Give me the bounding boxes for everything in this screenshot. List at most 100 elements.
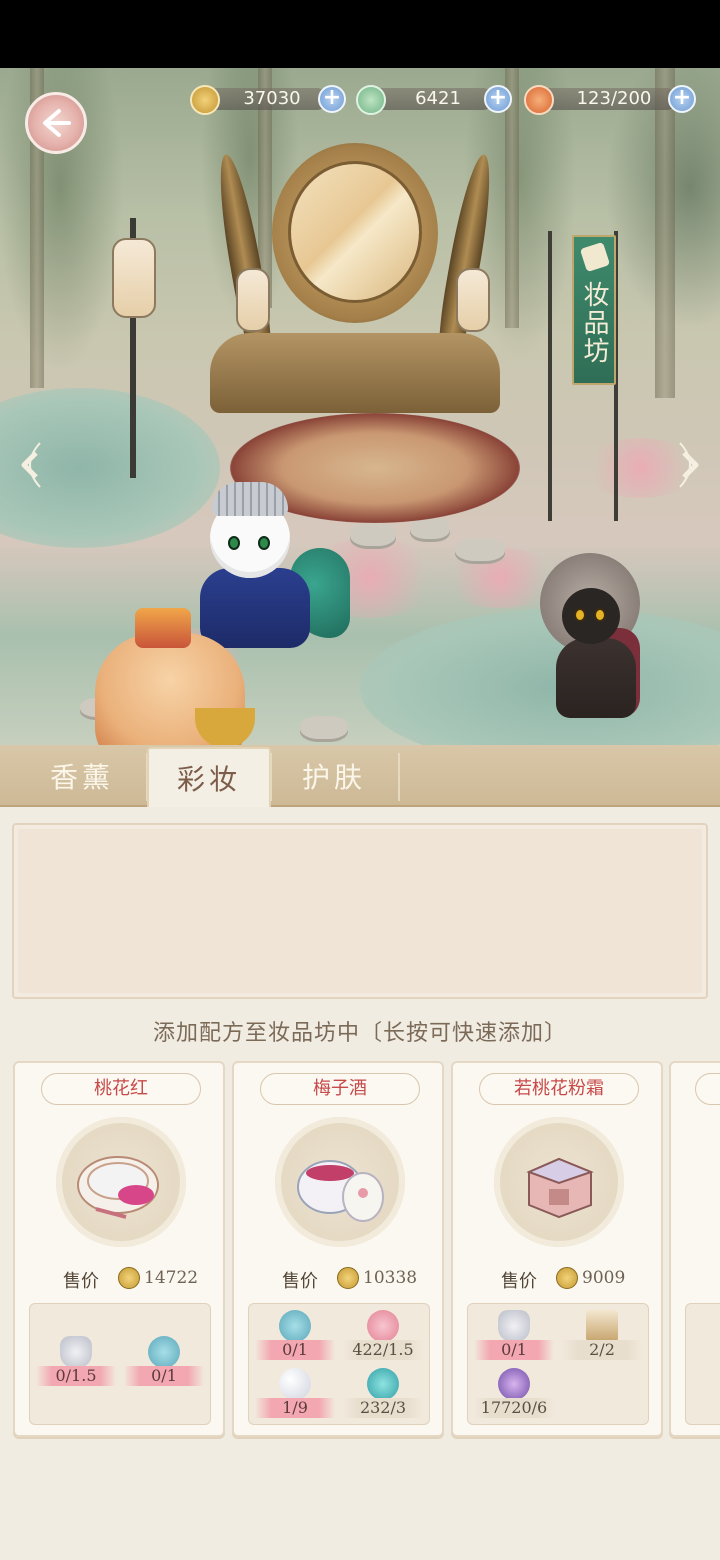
material-item[interactable]: 17720/6 <box>474 1368 554 1420</box>
price-label: 售价 <box>282 1271 318 1292</box>
resource-jade-bird: 6421 + <box>356 85 514 115</box>
material-item[interactable]: 0/1.5 <box>36 1336 116 1388</box>
price-row: 售价 9009 <box>453 1265 665 1295</box>
resource-fruit-basket: 123/200 + <box>524 85 696 115</box>
back-button[interactable] <box>25 92 87 154</box>
recipe-name: 桃花红 <box>41 1073 201 1105</box>
material-count: 1/9 <box>255 1398 335 1418</box>
tab-fragrance[interactable]: 香薰 <box>20 745 144 807</box>
paper-lantern <box>112 238 156 318</box>
add-basket-button[interactable]: + <box>668 85 696 113</box>
crafting-panel: 香薰 彩妆 护肤 添加配方至妆品坊中〔长按可快速添加〕 桃花红 售价 14722 <box>0 745 720 1560</box>
costume-robe <box>200 568 310 648</box>
recipe-slot-area[interactable] <box>12 823 708 999</box>
cream-jar-icon <box>148 1336 180 1368</box>
stepping-stone <box>350 523 396 549</box>
recipe-card-partial[interactable] <box>669 1061 720 1437</box>
price-row: 售价 10338 <box>234 1265 446 1295</box>
material-count: 232/3 <box>343 1398 423 1418</box>
recipe-name: 梅子酒 <box>260 1073 420 1105</box>
fruit-basket-icon <box>524 85 554 115</box>
material-count: 0/1 <box>474 1340 554 1360</box>
scene-next-arrow[interactable] <box>670 430 710 500</box>
paper-lantern <box>236 268 270 332</box>
silver-crown <box>212 482 288 516</box>
paw-coin-icon <box>556 1267 578 1289</box>
resource-value: 37030 <box>243 88 301 109</box>
pearl-icon <box>279 1368 311 1400</box>
shop-banner: 妆品坊 <box>572 235 616 385</box>
paw-coin-icon <box>190 85 220 115</box>
resource-paw-coin: 37030 + <box>190 85 348 115</box>
pansy-icon <box>498 1368 530 1400</box>
stepping-stone <box>410 518 450 542</box>
tree-trunk <box>655 68 675 398</box>
mirror-glass <box>288 161 422 303</box>
recipe-card[interactable]: 桃花红 售价 14722 0/1.5 0/1 <box>13 1061 225 1437</box>
price-label: 售价 <box>501 1271 537 1292</box>
chevron-left-icon <box>21 442 41 488</box>
material-item[interactable]: 232/3 <box>343 1368 423 1420</box>
wooden-box-icon <box>586 1310 618 1342</box>
material-item[interactable]: 0/1 <box>124 1336 204 1388</box>
paw-coin-icon <box>337 1267 359 1289</box>
hint-text: 添加配方至妆品坊中〔长按可快速添加〕 <box>152 1021 567 1046</box>
shop-banner-stand: 妆品坊 <box>548 231 618 521</box>
paw-coin-icon <box>118 1267 140 1289</box>
tab-skincare[interactable]: 护肤 <box>272 745 396 807</box>
blue-flower-icon <box>367 1368 399 1400</box>
materials-list: 0/1 422/1.5 1/9 232/3 <box>248 1303 430 1425</box>
back-arrow-icon <box>43 109 71 137</box>
petal-icon <box>367 1310 399 1342</box>
wine-bottle-icon <box>60 1336 92 1368</box>
compact-powder-icon <box>56 1117 186 1247</box>
material-count: 0/1.5 <box>36 1366 116 1386</box>
material-item[interactable]: 0/1 <box>474 1310 554 1362</box>
powder-box-icon <box>494 1117 624 1247</box>
status-bar <box>0 0 720 68</box>
black-cat-face <box>562 588 620 644</box>
cream-jar-icon <box>279 1310 311 1342</box>
materials-list: 0/1 2/2 17720/6 <box>467 1303 649 1425</box>
price-label: 售价 <box>63 1271 99 1292</box>
materials-list: 0/1.5 0/1 <box>29 1303 211 1425</box>
game-scene: 妆品坊 <box>0 68 720 745</box>
scroll-icon <box>579 241 611 273</box>
paper-lantern <box>456 268 490 332</box>
price-row: 售价 14722 <box>15 1265 227 1295</box>
scene-prev-arrow[interactable] <box>10 430 50 500</box>
material-item[interactable]: 2/2 <box>562 1310 642 1362</box>
material-count: 2/2 <box>562 1340 642 1360</box>
category-tabs: 香薰 彩妆 护肤 <box>0 745 720 807</box>
material-count: 422/1.5 <box>343 1340 423 1360</box>
recipe-card[interactable]: 梅子酒 售价 10338 0/1 422/1.5 1/9 232/3 <box>232 1061 444 1437</box>
price-value: 10338 <box>363 1268 418 1288</box>
material-count: 0/1 <box>255 1340 335 1360</box>
add-coin-button[interactable]: + <box>318 85 346 113</box>
recipe-card[interactable]: 若桃花粉霜 售价 9009 0/1 2/2 17720/6 <box>451 1061 663 1437</box>
wine-bottle-icon <box>498 1310 530 1342</box>
jade-bird-icon <box>356 85 386 115</box>
price-value: 14722 <box>144 1268 199 1288</box>
material-count: 0/1 <box>124 1366 204 1386</box>
banner-text: 妆品坊 <box>579 281 609 365</box>
recipe-name: 若桃花粉霜 <box>479 1073 639 1105</box>
add-jade-button[interactable]: + <box>484 85 512 113</box>
black-cat-body <box>556 638 636 718</box>
tab-makeup[interactable]: 彩妆 <box>147 747 271 807</box>
stepping-stone <box>300 716 348 742</box>
material-item[interactable]: 1/9 <box>255 1368 335 1420</box>
material-item[interactable]: 422/1.5 <box>343 1310 423 1362</box>
pond <box>360 608 720 745</box>
material-count: 17720/6 <box>474 1398 554 1418</box>
plum-jar-icon <box>275 1117 405 1247</box>
price-value: 9009 <box>582 1268 626 1288</box>
resource-value: 6421 <box>415 88 461 109</box>
material-item[interactable]: 0/1 <box>255 1310 335 1362</box>
golden-bowl <box>195 708 255 745</box>
stepping-stone <box>455 538 505 564</box>
chevron-right-icon <box>679 442 699 488</box>
resource-value: 123/200 <box>576 88 652 109</box>
orange-cat-hat <box>135 608 191 648</box>
vanity-table <box>210 333 500 413</box>
